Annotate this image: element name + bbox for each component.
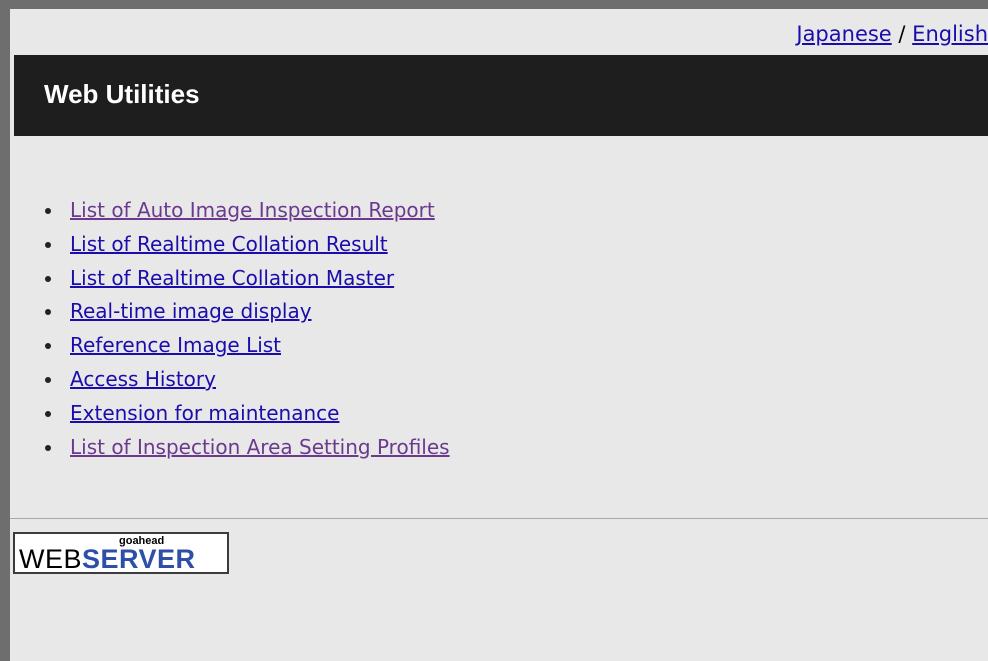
window-frame-top xyxy=(0,0,988,9)
japanese-link[interactable]: Japanese xyxy=(796,22,891,46)
logo-main-text: WEBSERVER xyxy=(19,545,196,573)
list-item: Extension for maintenance xyxy=(45,398,450,432)
real-time-image-display-link[interactable]: Real-time image display xyxy=(70,299,312,323)
utilities-menu: List of Auto Image Inspection Report Lis… xyxy=(45,195,450,465)
list-item: Access History xyxy=(45,364,450,398)
goahead-webserver-logo: goahead WEBSERVER xyxy=(13,532,229,574)
logo-server-text: SERVER xyxy=(82,544,196,574)
window-frame-left xyxy=(0,0,10,661)
list-item: List of Realtime Collation Master xyxy=(45,263,450,297)
language-switch: Japanese / English xyxy=(796,20,988,48)
inspection-area-setting-profiles-link[interactable]: List of Inspection Area Setting Profiles xyxy=(70,435,450,459)
english-link[interactable]: English xyxy=(912,22,988,46)
page-header: Web Utilities xyxy=(14,55,988,136)
auto-image-inspection-report-link[interactable]: List of Auto Image Inspection Report xyxy=(70,198,435,222)
language-separator: / xyxy=(891,22,913,46)
realtime-collation-master-link[interactable]: List of Realtime Collation Master xyxy=(70,266,394,290)
footer-divider xyxy=(10,518,988,519)
reference-image-list-link[interactable]: Reference Image List xyxy=(70,333,281,357)
list-item: List of Auto Image Inspection Report xyxy=(45,195,450,229)
list-item: List of Realtime Collation Result xyxy=(45,229,450,263)
list-item: List of Inspection Area Setting Profiles xyxy=(45,432,450,466)
list-item: Real-time image display xyxy=(45,296,450,330)
access-history-link[interactable]: Access History xyxy=(70,367,216,391)
extension-for-maintenance-link[interactable]: Extension for maintenance xyxy=(70,401,339,425)
page-title: Web Utilities xyxy=(44,79,200,109)
realtime-collation-result-link[interactable]: List of Realtime Collation Result xyxy=(70,232,388,256)
logo-web-text: WEB xyxy=(19,544,83,574)
list-item: Reference Image List xyxy=(45,330,450,364)
